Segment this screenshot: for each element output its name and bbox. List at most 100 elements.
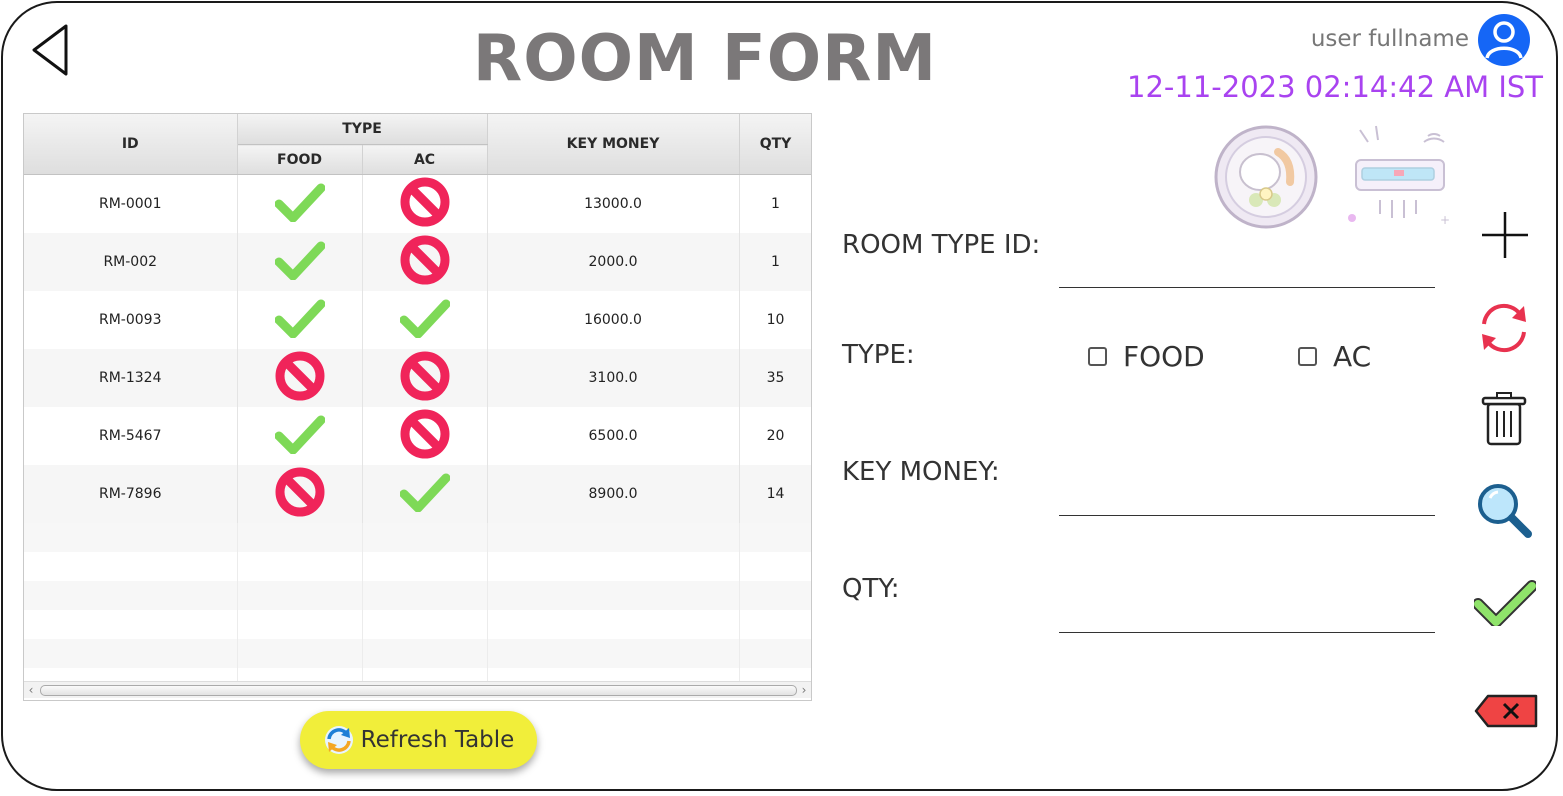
- empty-row: [24, 610, 811, 639]
- cell-qty: 14: [739, 465, 811, 523]
- ac-no-forbid-icon: [362, 174, 488, 233]
- save-check-icon[interactable]: [1474, 578, 1536, 626]
- table-row[interactable]: RM-1324 3100.0 35: [24, 349, 811, 407]
- cell-key-money: 8900.0: [487, 465, 740, 523]
- user-avatar-icon[interactable]: [1478, 14, 1530, 66]
- key-money-field[interactable]: [1059, 483, 1435, 516]
- cell-qty: 10: [739, 291, 811, 349]
- empty-cell: [487, 639, 740, 668]
- food-yes-check-icon: [237, 233, 363, 291]
- food-plate-icon: [1214, 125, 1318, 229]
- empty-cell: [362, 639, 488, 668]
- ac-no-forbid-icon: [362, 349, 488, 407]
- empty-cell: [739, 639, 811, 668]
- column-header-qty[interactable]: QTY: [739, 114, 811, 175]
- empty-cell: [237, 552, 363, 581]
- delete-icon[interactable]: [1480, 390, 1528, 448]
- table-row[interactable]: RM-0093 16000.0 10: [24, 291, 811, 349]
- cell-id: RM-7896: [24, 465, 238, 523]
- cell-key-money: 6500.0: [487, 407, 740, 465]
- add-icon[interactable]: [1478, 208, 1532, 262]
- column-header-key-money[interactable]: KEY MONEY: [487, 114, 740, 175]
- ac-yes-check-icon: [362, 291, 488, 349]
- cell-key-money: 2000.0: [487, 233, 740, 291]
- empty-cell: [24, 639, 238, 668]
- cell-id: RM-002: [24, 233, 238, 291]
- empty-cell: [24, 610, 238, 639]
- empty-cell: [237, 523, 363, 552]
- ac-no-forbid-icon: [362, 233, 488, 291]
- food-checkbox[interactable]: FOOD: [1088, 340, 1205, 373]
- empty-cell: [739, 523, 811, 552]
- table-row[interactable]: RM-002 2000.0 1: [24, 233, 811, 291]
- cell-key-money: 16000.0: [487, 291, 740, 349]
- qty-field[interactable]: [1059, 600, 1435, 633]
- empty-row: [24, 639, 811, 668]
- empty-cell: [487, 581, 740, 610]
- column-header-id[interactable]: ID: [24, 114, 238, 175]
- ac-no-forbid-icon: [362, 407, 488, 465]
- qty-label: QTY:: [842, 574, 900, 604]
- column-header-ac[interactable]: AC: [362, 144, 488, 175]
- cell-id: RM-1324: [24, 349, 238, 407]
- food-checkbox-box[interactable]: [1088, 347, 1107, 366]
- search-icon[interactable]: [1476, 482, 1534, 540]
- table-row[interactable]: RM-5467 6500.0 20: [24, 407, 811, 465]
- table-row[interactable]: RM-0001 13000.0 1: [24, 174, 811, 233]
- empty-cell: [739, 552, 811, 581]
- food-checkbox-label: FOOD: [1123, 340, 1205, 373]
- datetime-display: 12-11-2023 02:14:42 AM IST: [1127, 70, 1543, 104]
- food-yes-check-icon: [237, 407, 363, 465]
- empty-cell: [362, 523, 488, 552]
- scroll-left-icon[interactable]: ‹: [24, 682, 38, 698]
- empty-cell: [237, 610, 363, 639]
- empty-row: [24, 552, 811, 581]
- empty-row: [24, 523, 811, 552]
- column-header-type[interactable]: TYPE: [237, 114, 488, 145]
- empty-cell: [362, 581, 488, 610]
- food-yes-check-icon: [237, 291, 363, 349]
- empty-cell: [24, 581, 238, 610]
- empty-row: [24, 581, 811, 610]
- food-yes-check-icon: [237, 174, 363, 233]
- empty-cell: [362, 552, 488, 581]
- empty-cell: [237, 581, 363, 610]
- refresh-table-button[interactable]: Refresh Table: [300, 711, 537, 769]
- empty-cell: [24, 552, 238, 581]
- cell-qty: 35: [739, 349, 811, 407]
- refresh-icon[interactable]: [1476, 300, 1532, 356]
- refresh-icon: [324, 726, 353, 754]
- ac-yes-check-icon: [362, 465, 488, 523]
- column-header-food[interactable]: FOOD: [237, 144, 363, 175]
- empty-cell: [487, 610, 740, 639]
- scrollbar-thumb[interactable]: [40, 685, 797, 696]
- cell-id: RM-0093: [24, 291, 238, 349]
- clear-backspace-icon[interactable]: [1474, 694, 1538, 728]
- empty-cell: [739, 610, 811, 639]
- cell-key-money: 13000.0: [487, 174, 740, 233]
- air-conditioner-icon: +: [1348, 125, 1450, 227]
- empty-cell: [487, 552, 740, 581]
- cell-id: RM-0001: [24, 174, 238, 233]
- empty-cell: [487, 523, 740, 552]
- type-label: TYPE:: [842, 340, 915, 370]
- empty-cell: [362, 610, 488, 639]
- room-type-id-label: ROOM TYPE ID:: [842, 230, 1041, 260]
- room-table[interactable]: ID TYPE KEY MONEY QTY FOOD AC RM-0001 130…: [23, 113, 812, 701]
- key-money-label: KEY MONEY:: [842, 457, 1000, 487]
- cell-qty: 1: [739, 233, 811, 291]
- horizontal-scrollbar[interactable]: ‹ ›: [24, 681, 811, 698]
- cell-id: RM-5467: [24, 407, 238, 465]
- scroll-right-icon[interactable]: ›: [797, 682, 811, 698]
- cell-key-money: 3100.0: [487, 349, 740, 407]
- svg-text:+: +: [1440, 213, 1450, 227]
- empty-cell: [24, 523, 238, 552]
- refresh-table-label: Refresh Table: [360, 727, 515, 753]
- ac-checkbox-box[interactable]: [1298, 347, 1317, 366]
- table-row[interactable]: RM-7896 8900.0 14: [24, 465, 811, 523]
- food-no-forbid-icon: [237, 465, 363, 523]
- ac-checkbox[interactable]: AC: [1298, 340, 1371, 373]
- empty-cell: [739, 581, 811, 610]
- room-type-id-field[interactable]: [1059, 255, 1435, 288]
- cell-qty: 20: [739, 407, 811, 465]
